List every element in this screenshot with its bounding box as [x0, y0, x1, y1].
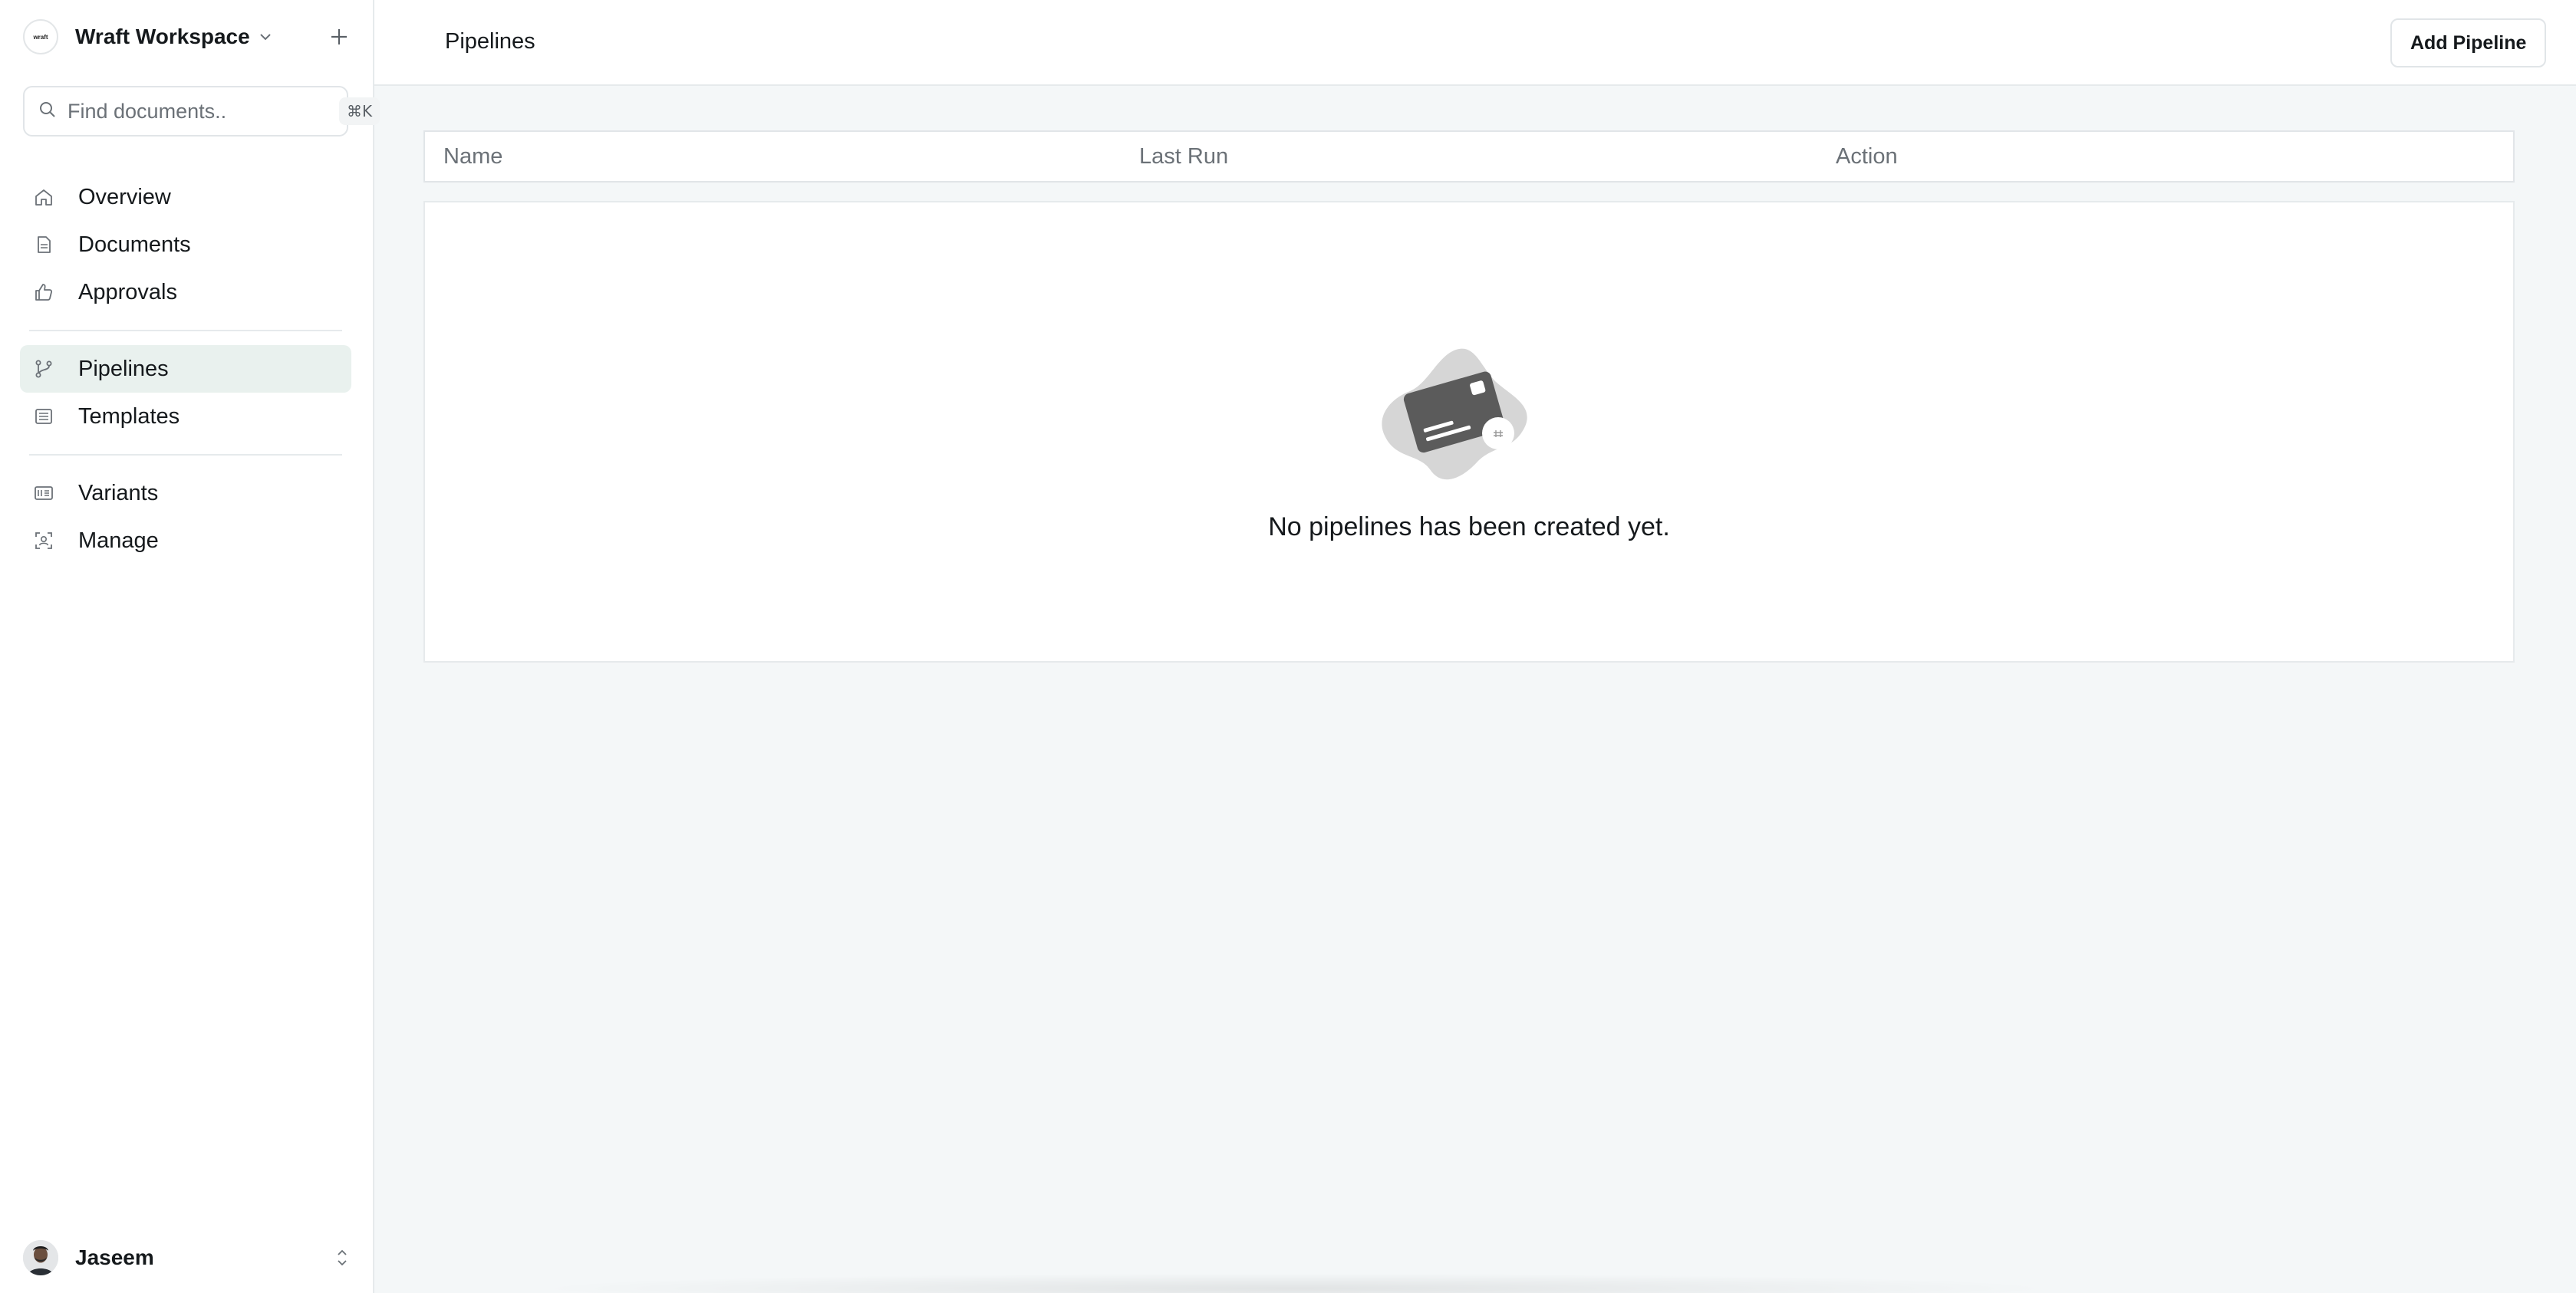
table-header: Name Last Run Action: [423, 130, 2515, 183]
sidebar-item-label: Manage: [78, 528, 159, 553]
document-icon: [32, 233, 55, 256]
workspace-logo: wraft: [23, 19, 58, 54]
user-name: Jaseem: [75, 1245, 154, 1269]
sidebar-item-manage[interactable]: Manage: [20, 517, 351, 564]
sidebar-item-label: Overview: [78, 184, 171, 209]
template-icon: [32, 405, 55, 428]
column-header-name[interactable]: Name: [443, 144, 502, 169]
sidebar-item-approvals[interactable]: Approvals: [20, 268, 351, 316]
main-content: Pipelines Add Pipeline Name Last Run Act…: [374, 0, 2576, 1293]
chevron-down-icon: [258, 29, 273, 44]
chevron-up-down-icon[interactable]: [331, 1245, 353, 1270]
sidebar-item-templates[interactable]: Templates: [20, 393, 351, 440]
nav-divider: [29, 454, 342, 456]
sidebar-item-label: Approvals: [78, 279, 177, 304]
empty-card-illustration-icon: [1379, 345, 1533, 483]
page-title: Pipelines: [445, 29, 535, 54]
empty-state-message: No pipelines has been created yet.: [1268, 512, 1670, 541]
sidebar-item-pipelines[interactable]: Pipelines: [20, 345, 351, 393]
add-workspace-button[interactable]: [325, 23, 353, 51]
user-menu[interactable]: Jaseem: [23, 1238, 353, 1278]
sidebar-item-label: Documents: [78, 232, 191, 257]
workspace-logo-text: wraft: [32, 34, 48, 41]
sidebar-item-documents[interactable]: Documents: [20, 221, 351, 268]
home-icon: [32, 186, 55, 209]
app-root: wraft Wraft Workspace ⌘K Overv: [0, 0, 2576, 1293]
sidebar-item-label: Templates: [78, 403, 180, 429]
add-pipeline-button[interactable]: Add Pipeline: [2390, 18, 2547, 67]
bottom-shadow: [528, 1273, 2062, 1293]
workspace-name: Wraft Workspace: [75, 25, 250, 48]
avatar: [23, 1240, 58, 1275]
page-header: Pipelines Add Pipeline: [374, 0, 2576, 86]
thumbs-up-icon: [32, 281, 55, 304]
column-header-action: Action: [1836, 143, 1898, 169]
nav-divider: [29, 330, 342, 331]
search-icon: [38, 100, 57, 123]
search-input[interactable]: [68, 99, 339, 123]
git-branch-icon: [32, 357, 55, 380]
sidebar-item-label: Pipelines: [78, 356, 169, 381]
plus-icon: [331, 29, 347, 44]
user-frame-icon: [32, 529, 55, 552]
sidebar-item-label: Variants: [78, 480, 159, 505]
primary-nav: Overview Documents Approvals Pipelines T…: [20, 173, 351, 564]
workspace-switcher[interactable]: wraft Wraft Workspace: [23, 19, 353, 54]
variants-icon: [32, 482, 55, 505]
column-header-last-run[interactable]: Last Run: [1139, 144, 1228, 169]
sidebar-item-overview[interactable]: Overview: [20, 173, 351, 221]
sidebar-item-variants[interactable]: Variants: [20, 469, 351, 517]
sidebar: wraft Wraft Workspace ⌘K Overv: [0, 0, 380, 1293]
search-box[interactable]: ⌘K: [23, 86, 380, 137]
empty-state: No pipelines has been created yet.: [423, 201, 2515, 663]
